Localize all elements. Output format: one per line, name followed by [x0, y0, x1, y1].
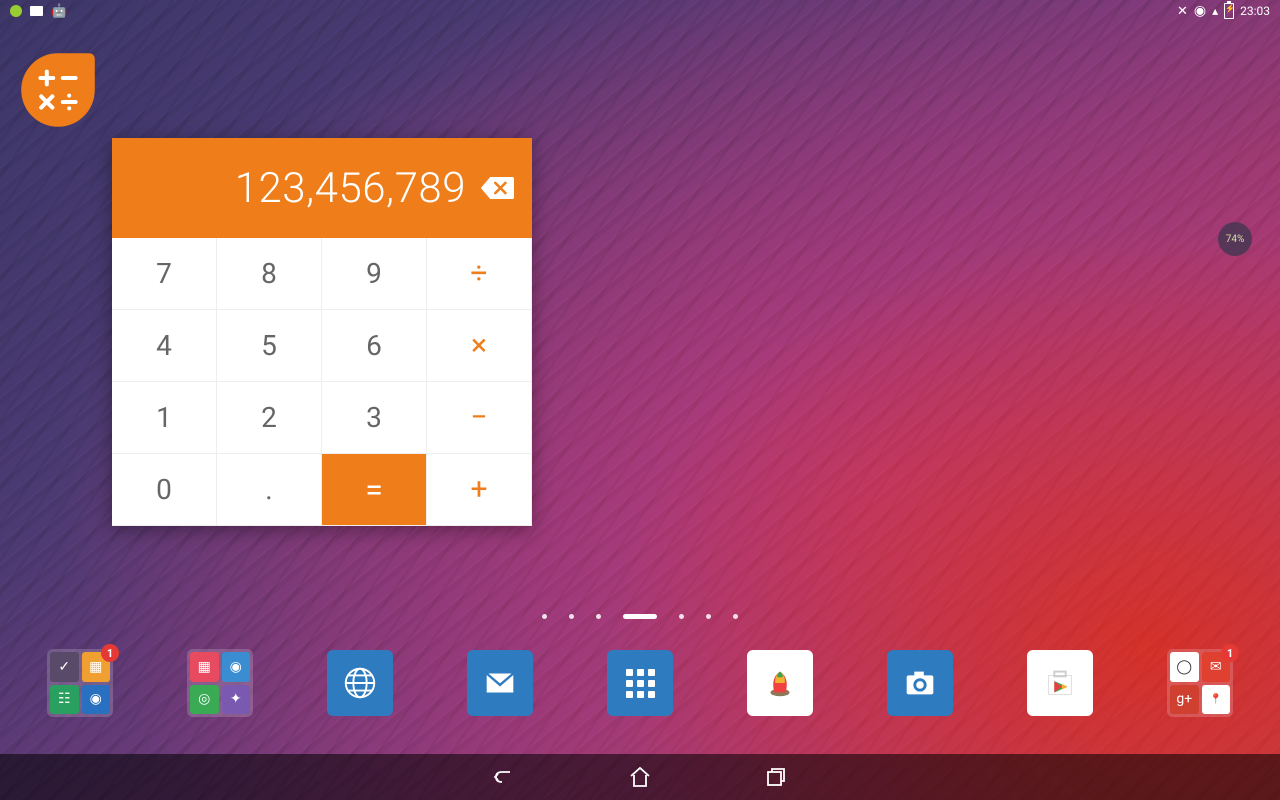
camera-app[interactable] — [887, 650, 953, 716]
page-indicator[interactable] — [542, 614, 738, 619]
page-dot[interactable] — [623, 614, 657, 619]
key-0[interactable]: 0 — [112, 454, 217, 526]
key-plus[interactable]: + — [427, 454, 532, 526]
key-7[interactable]: 7 — [112, 238, 217, 310]
gallery-icon — [30, 6, 43, 16]
calculator-widget: 123,456,789 789÷ 456× 123− 0.=+ — [112, 138, 532, 526]
notification-badge: 1 — [1221, 644, 1239, 662]
key-multiply[interactable]: × — [427, 310, 532, 382]
page-dot[interactable] — [733, 614, 738, 619]
app-drawer-button[interactable] — [607, 650, 673, 716]
key-dot[interactable]: . — [217, 454, 322, 526]
key-minus[interactable]: − — [427, 382, 532, 454]
signal-icon: ▴ — [1212, 4, 1218, 18]
backspace-button[interactable] — [480, 175, 514, 201]
key-2[interactable]: 2 — [217, 382, 322, 454]
page-dot[interactable] — [569, 614, 574, 619]
page-dot[interactable] — [706, 614, 711, 619]
email-app[interactable] — [467, 650, 533, 716]
key-4[interactable]: 4 — [112, 310, 217, 382]
calculator-display: 123,456,789 — [112, 138, 532, 238]
key-9[interactable]: 9 — [322, 238, 427, 310]
gallery-app[interactable] — [747, 650, 813, 716]
notification-icon — [10, 5, 22, 17]
status-left: 🤖 — [0, 5, 67, 18]
navigation-bar — [0, 754, 1280, 800]
folder-asus-2[interactable]: ▦ ◉ ◎ ✦ — [187, 650, 253, 716]
page-dot[interactable] — [596, 614, 601, 619]
key-divide[interactable]: ÷ — [427, 238, 532, 310]
home-button[interactable] — [627, 764, 653, 790]
key-8[interactable]: 8 — [217, 238, 322, 310]
display-value: 123,456,789 — [235, 164, 466, 213]
page-dot[interactable] — [542, 614, 547, 619]
battery-icon — [1224, 3, 1234, 19]
calculator-app-icon[interactable] — [18, 50, 98, 130]
apps-grid-icon — [626, 669, 655, 698]
status-right: ✕ ◉ ▴ 23:03 — [1177, 3, 1280, 19]
battery-percent-widget[interactable]: 74% — [1218, 222, 1252, 256]
android-debug-icon: 🤖 — [51, 5, 67, 18]
key-3[interactable]: 3 — [322, 382, 427, 454]
recent-apps-button[interactable] — [763, 764, 789, 790]
play-store-app[interactable] — [1027, 650, 1093, 716]
key-equals[interactable]: = — [322, 454, 427, 526]
key-1[interactable]: 1 — [112, 382, 217, 454]
calculator-keypad: 789÷ 456× 123− 0.=+ — [112, 238, 532, 526]
notification-badge: 1 — [101, 644, 119, 662]
folder-asus-1[interactable]: ✓ ▦ ☷ ◉ 1 — [47, 650, 113, 716]
folder-google[interactable]: ◯ ✉ g+ 📍 1 — [1167, 650, 1233, 716]
dock: ✓ ▦ ☷ ◉ 1 ▦ ◉ ◎ ✦ ◯ ✉ g+ 📍 — [0, 650, 1280, 716]
clock: 23:03 — [1240, 4, 1270, 18]
key-5[interactable]: 5 — [217, 310, 322, 382]
page-dot[interactable] — [679, 614, 684, 619]
status-bar: 🤖 ✕ ◉ ▴ 23:03 — [0, 0, 1280, 22]
browser-app[interactable] — [327, 650, 393, 716]
back-button[interactable] — [491, 764, 517, 790]
wifi-icon: ◉ — [1194, 3, 1206, 19]
vibrate-icon: ✕ — [1177, 4, 1188, 19]
key-6[interactable]: 6 — [322, 310, 427, 382]
